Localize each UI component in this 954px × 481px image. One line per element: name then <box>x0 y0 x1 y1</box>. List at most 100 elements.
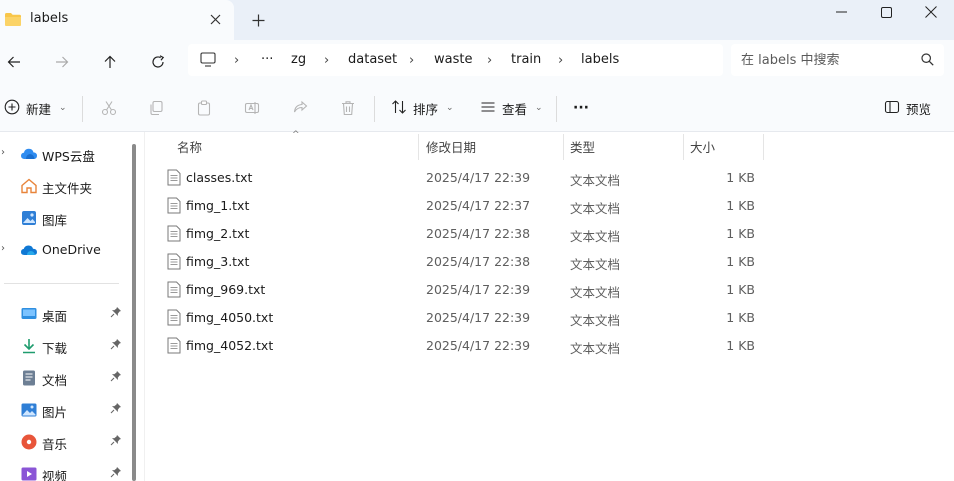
sidebar-item-music[interactable]: 音乐 <box>0 428 132 456</box>
rename-icon[interactable] <box>242 98 262 118</box>
pin-icon[interactable] <box>110 434 122 449</box>
sidebar-item-downloads[interactable]: 下载 <box>0 332 132 360</box>
maximize-icon[interactable] <box>863 0 909 24</box>
delete-icon[interactable] <box>338 98 358 118</box>
file-size: 1 KB <box>726 282 755 297</box>
breadcrumb-item[interactable]: waste <box>434 52 472 67</box>
expand-chevron-icon[interactable]: › <box>1 147 5 158</box>
file-row[interactable]: fimg_2.txt 2025/4/17 22:38 文本文档 1 KB <box>161 220 771 248</box>
pin-icon[interactable] <box>110 402 122 417</box>
file-date: 2025/4/17 22:38 <box>426 254 531 269</box>
pictures-icon <box>20 401 38 419</box>
sidebar-item-gallery[interactable]: 图库 <box>0 204 132 232</box>
gallery-icon <box>20 209 38 227</box>
search-input[interactable] <box>741 50 911 70</box>
breadcrumb-item-current[interactable]: labels <box>581 52 619 67</box>
music-icon <box>20 433 38 451</box>
pin-icon[interactable] <box>110 466 122 481</box>
sidebar-item-documents[interactable]: 文档 <box>0 364 132 392</box>
breadcrumb-overflow[interactable]: ··· <box>261 52 273 67</box>
chevron-down-icon: ⌄ <box>535 103 543 113</box>
file-row[interactable]: fimg_4050.txt 2025/4/17 22:39 文本文档 1 KB <box>161 304 771 332</box>
file-name: fimg_3.txt <box>186 254 250 269</box>
sidebar-item-desktop[interactable]: 桌面 <box>0 300 132 328</box>
new-button-label: 新建 <box>26 101 52 117</box>
sidebar-item-label: 图片 <box>42 405 68 420</box>
sidebar-scrollbar[interactable] <box>132 144 136 481</box>
file-row[interactable]: fimg_1.txt 2025/4/17 22:37 文本文档 1 KB <box>161 192 771 220</box>
sidebar-item-wps-cloud[interactable]: › WPS云盘 <box>0 140 132 168</box>
file-size: 1 KB <box>726 226 755 241</box>
new-tab-icon[interactable] <box>249 11 267 29</box>
column-header-type[interactable]: 类型 <box>570 132 595 160</box>
breadcrumb[interactable]: › ··· zg › dataset › waste › train › lab… <box>188 44 723 76</box>
file-row[interactable]: fimg_3.txt 2025/4/17 22:38 文本文档 1 KB <box>161 248 771 276</box>
sort-button-label: 排序 <box>413 101 439 117</box>
share-icon[interactable] <box>290 98 310 118</box>
copy-icon[interactable] <box>146 98 166 118</box>
paste-icon[interactable] <box>194 98 214 118</box>
tab-close-icon[interactable] <box>206 10 224 28</box>
text-file-icon <box>167 309 181 329</box>
preview-button-label: 预览 <box>906 101 932 117</box>
sort-icon <box>391 99 407 118</box>
sidebar-item-label: OneDrive <box>42 242 101 257</box>
cut-icon[interactable] <box>99 98 119 118</box>
file-name: fimg_4050.txt <box>186 310 274 325</box>
column-divider[interactable] <box>763 134 764 160</box>
column-divider[interactable] <box>418 134 419 160</box>
pin-icon[interactable] <box>110 370 122 385</box>
sidebar-item-label: 图库 <box>42 213 68 228</box>
view-button[interactable]: 查看 ⌄ <box>480 96 543 120</box>
file-type: 文本文档 <box>570 257 621 272</box>
file-type: 文本文档 <box>570 229 621 244</box>
sidebar-divider <box>4 283 119 284</box>
up-arrow-icon[interactable] <box>98 50 122 74</box>
column-divider[interactable] <box>683 134 684 160</box>
tab-labels[interactable]: labels <box>0 0 234 40</box>
pin-icon[interactable] <box>110 306 122 321</box>
search-box[interactable] <box>731 44 944 76</box>
sidebar-item-label: 下载 <box>42 341 68 356</box>
refresh-icon[interactable] <box>146 50 170 74</box>
breadcrumb-item[interactable]: zg <box>291 52 306 67</box>
file-date: 2025/4/17 22:38 <box>426 226 531 241</box>
column-header-size[interactable]: 大小 <box>690 132 715 160</box>
onedrive-icon <box>20 241 38 259</box>
forward-arrow-icon[interactable] <box>50 50 74 74</box>
pin-icon[interactable] <box>110 338 122 353</box>
column-header-name[interactable]: 名称 <box>177 132 202 160</box>
sidebar-item-home[interactable]: 主文件夹 <box>0 172 132 200</box>
minimize-icon[interactable] <box>818 0 864 24</box>
expand-chevron-icon[interactable]: › <box>1 243 5 254</box>
new-button[interactable]: 新建 ⌄ <box>4 96 67 120</box>
back-arrow-icon[interactable] <box>2 50 26 74</box>
close-window-icon[interactable] <box>908 0 954 24</box>
sidebar-item-onedrive[interactable]: › OneDrive <box>0 236 132 264</box>
sidebar-item-videos[interactable]: 视频 <box>0 460 132 481</box>
file-type: 文本文档 <box>570 285 621 300</box>
preview-button[interactable]: 预览 <box>884 96 931 120</box>
file-row[interactable]: classes.txt 2025/4/17 22:39 文本文档 1 KB <box>161 164 771 192</box>
preview-pane-icon <box>884 99 900 118</box>
title-bar: labels <box>0 0 954 40</box>
breadcrumb-item[interactable]: train <box>511 52 541 67</box>
sidebar-item-pictures[interactable]: 图片 <box>0 396 132 424</box>
search-icon[interactable] <box>921 53 934 69</box>
file-list: ^ 名称 修改日期 类型 大小 classes.txt 2025/4/17 22… <box>144 130 954 481</box>
sort-button[interactable]: 排序 ⌄ <box>391 96 454 120</box>
file-name: classes.txt <box>186 170 253 185</box>
command-bar: 新建 ⌄ 排序 ⌄ 查看 ⌄ ··· 预览 <box>0 84 954 132</box>
download-icon <box>20 337 38 355</box>
column-divider[interactable] <box>563 134 564 160</box>
breadcrumb-separator: › <box>558 53 564 68</box>
column-header-date[interactable]: 修改日期 <box>426 132 476 160</box>
more-options-button[interactable]: ··· <box>573 96 589 120</box>
this-pc-icon[interactable] <box>200 52 216 70</box>
file-type: 文本文档 <box>570 173 621 188</box>
toolbar-divider <box>556 96 557 122</box>
breadcrumb-item[interactable]: dataset <box>348 52 397 67</box>
file-row[interactable]: fimg_969.txt 2025/4/17 22:39 文本文档 1 KB <box>161 276 771 304</box>
navigation-pane: › WPS云盘 主文件夹 图库 › OneDrive 桌面 下载 文档 图片 音… <box>0 132 140 481</box>
file-row[interactable]: fimg_4052.txt 2025/4/17 22:39 文本文档 1 KB <box>161 332 771 360</box>
